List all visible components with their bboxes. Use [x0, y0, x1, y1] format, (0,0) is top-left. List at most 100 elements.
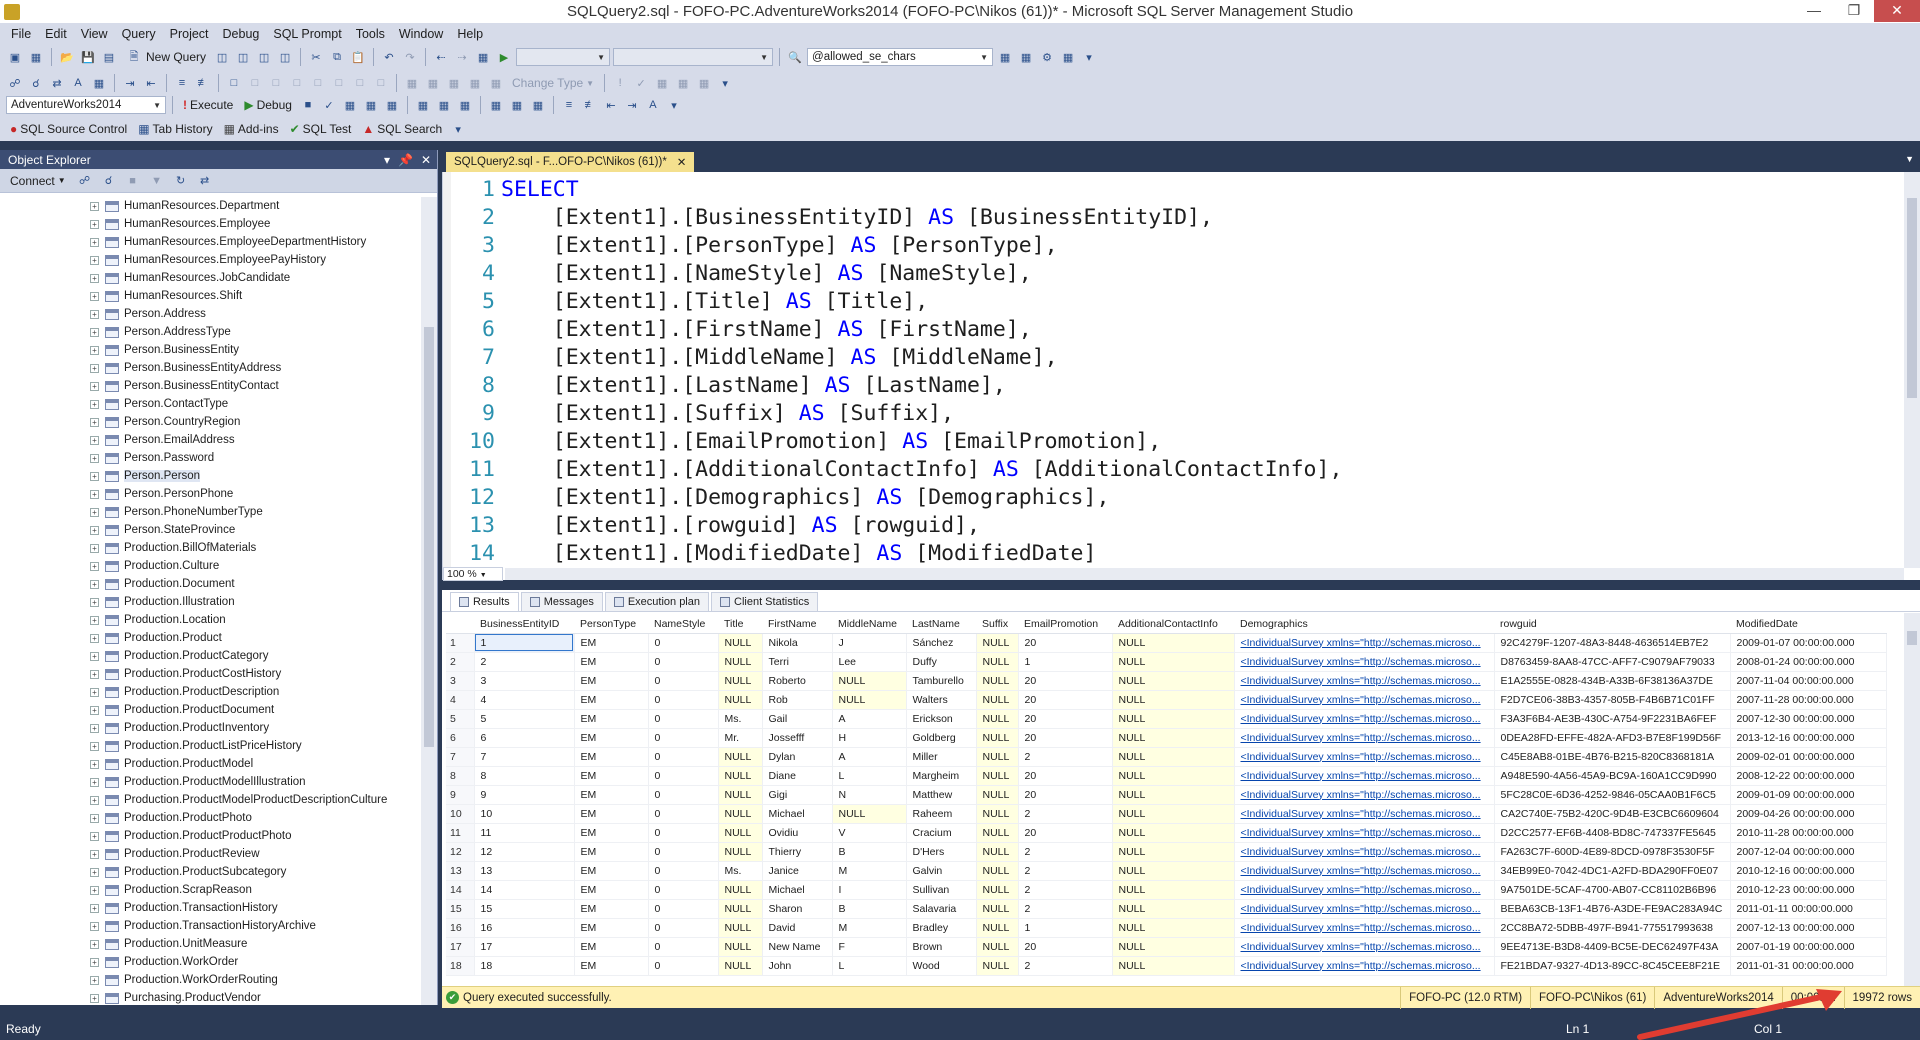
grid-cell[interactable]: Margheim	[906, 766, 977, 786]
grid-cell[interactable]: 0	[648, 652, 719, 672]
grid-cell[interactable]: BEBA63CB-13F1-4B76-A3DE-FE9AC283A94C	[1494, 899, 1731, 919]
dropdown-icon[interactable]: ▾	[384, 153, 390, 167]
grid-cell[interactable]: EM	[574, 880, 649, 900]
grid-cell[interactable]: NULL	[832, 690, 907, 710]
intellisense-icon[interactable]: ▦	[383, 96, 401, 114]
grid-cell[interactable]: EM	[574, 899, 649, 919]
grid-cell[interactable]: NULL	[718, 785, 763, 805]
tab-history-button[interactable]: ▦ Tab History	[134, 122, 216, 136]
row-number[interactable]: 13	[446, 861, 475, 881]
grid-cell[interactable]: 0	[648, 709, 719, 729]
grid-cell[interactable]: FA263C7F-600D-4E89-8DCD-0978F3530F5F	[1494, 842, 1731, 862]
sql-search-button[interactable]: ▲ SQL Search	[358, 122, 446, 136]
expand-icon[interactable]: +	[90, 741, 99, 751]
grid-cell[interactable]: NULL	[718, 690, 763, 710]
grid-cell[interactable]: 2	[1018, 842, 1113, 862]
grid-cell[interactable]: 2	[1018, 956, 1113, 976]
add-new-derived-table-icon[interactable]: ▦	[695, 74, 713, 92]
tree-item[interactable]: + Person.BusinessEntityAddress	[0, 359, 421, 377]
tree-item[interactable]: + Production.ProductSubcategory	[0, 863, 421, 881]
grid-cell[interactable]: 0	[648, 823, 719, 843]
addins-button[interactable]: ▦ Add-ins	[220, 122, 283, 136]
table-row[interactable]: 10 10 EM 0 NULL Michael NULL Raheem NULL 2 NULL <In…	[446, 804, 1887, 824]
grid-cell[interactable]: NULL	[1112, 709, 1235, 729]
grid-cell[interactable]: 0	[648, 842, 719, 862]
registered-servers-icon[interactable]: ▦	[996, 48, 1014, 66]
save-icon[interactable]: 💾	[79, 48, 97, 66]
find-combo[interactable]: @allowed_se_chars ▼	[807, 48, 994, 66]
grid-cell[interactable]: I	[832, 880, 907, 900]
grid-cell[interactable]: 13	[474, 861, 575, 881]
expand-icon[interactable]: +	[90, 795, 99, 805]
grid-cell[interactable]: 2010-11-28 00:00:00.000	[1730, 823, 1887, 843]
grid-cell[interactable]: B	[832, 842, 907, 862]
grid-cell[interactable]: 12	[474, 842, 575, 862]
grid-cell[interactable]: NULL	[718, 633, 763, 653]
toolbar-options-icon[interactable]: ▾	[449, 120, 467, 138]
grid-cell[interactable]: 2	[1018, 880, 1113, 900]
toolbar-options-icon[interactable]: ▾	[716, 74, 734, 92]
expand-icon[interactable]: +	[90, 921, 99, 931]
tree-item[interactable]: + Production.ProductCostHistory	[0, 665, 421, 683]
row-number[interactable]: 5	[446, 709, 475, 729]
grid-cell[interactable]: 17	[474, 937, 575, 957]
grid-cell[interactable]: 2013-12-16 00:00:00.000	[1730, 728, 1887, 748]
sync-icon[interactable]: ⇄	[196, 172, 214, 190]
grid-cell[interactable]: Goldberg	[906, 728, 977, 748]
grid-cell[interactable]: EM	[574, 633, 649, 653]
grid-cell[interactable]: <IndividualSurvey xmlns="http://schemas.…	[1234, 861, 1495, 881]
grid-cell[interactable]: NULL	[718, 652, 763, 672]
tab-list-dropdown-icon[interactable]: ▼	[1905, 154, 1914, 164]
new-project-icon[interactable]: ▣	[6, 48, 24, 66]
navigate-backward-icon[interactable]: ⇠	[432, 48, 450, 66]
grid-cell[interactable]: 20	[1018, 709, 1113, 729]
toolbox-icon[interactable]: ▦	[1059, 48, 1077, 66]
grid-cell[interactable]: Terri	[762, 652, 833, 672]
grid-cell[interactable]: NULL	[1112, 633, 1235, 653]
grid-cell[interactable]: 20	[1018, 785, 1113, 805]
grid-cell[interactable]: CA2C740E-75B2-420C-9D4B-E3CBC6609604	[1494, 804, 1731, 824]
grid-cell[interactable]: 2009-01-07 00:00:00.000	[1730, 633, 1887, 653]
grid-cell[interactable]: <IndividualSurvey xmlns="http://schemas.…	[1234, 747, 1495, 767]
grid-cell[interactable]: NULL	[976, 861, 1019, 881]
grid-cell[interactable]: 2008-12-22 00:00:00.000	[1730, 766, 1887, 786]
query-document-tab[interactable]: SQLQuery2.sql - F...OFO-PC\Nikos (61))* …	[446, 152, 695, 172]
tree-item[interactable]: + Purchasing.ProductVendor	[0, 989, 421, 1005]
manage-indexes-icon[interactable]: □	[267, 74, 285, 92]
disconnect-icon[interactable]: ☌	[27, 74, 45, 92]
row-number[interactable]: 2	[446, 652, 475, 672]
grid-cell[interactable]: Sánchez	[906, 633, 977, 653]
tree-item[interactable]: + HumanResources.EmployeePayHistory	[0, 251, 421, 269]
grid-cell[interactable]: 2	[1018, 899, 1113, 919]
grid-cell[interactable]: EM	[574, 804, 649, 824]
tab-client-statistics[interactable]: Client Statistics	[711, 592, 819, 611]
cancel-query-icon[interactable]: ■	[299, 96, 317, 114]
grid-cell[interactable]: NULL	[1112, 918, 1235, 938]
stop-icon[interactable]: ■	[124, 172, 142, 190]
grid-cell[interactable]: 0	[648, 918, 719, 938]
row-number[interactable]: 16	[446, 918, 475, 938]
grid-cell[interactable]: NULL	[976, 709, 1019, 729]
expand-icon[interactable]: +	[90, 885, 99, 895]
menu-project[interactable]: Project	[163, 27, 216, 41]
grid-cell[interactable]: <IndividualSurvey xmlns="http://schemas.…	[1234, 918, 1495, 938]
tree-item[interactable]: + HumanResources.EmployeeDepartmentHistor…	[0, 233, 421, 251]
grid-cell[interactable]: 11	[474, 823, 575, 843]
table-row[interactable]: 6 6 EM 0 Mr. Jossefff H Goldberg NULL 20 NULL <Indi…	[446, 728, 1887, 748]
grid-cell[interactable]: NULL	[718, 937, 763, 957]
grid-cell[interactable]: 10	[474, 804, 575, 824]
expand-icon[interactable]: +	[90, 597, 99, 607]
grid-cell[interactable]: Michael	[762, 880, 833, 900]
grid-cell[interactable]: Matthew	[906, 785, 977, 805]
grid-cell[interactable]: F2D7CE06-38B3-4357-805B-F4B6B71C01FF	[1494, 690, 1731, 710]
grid-cell[interactable]: NULL	[976, 956, 1019, 976]
expand-icon[interactable]: +	[90, 489, 99, 499]
expand-icon[interactable]: +	[90, 453, 99, 463]
tree-item[interactable]: + Production.ProductCategory	[0, 647, 421, 665]
tab-results[interactable]: Results	[450, 592, 519, 611]
scrollbar-thumb[interactable]	[424, 327, 434, 747]
grid-cell[interactable]: 18	[474, 956, 575, 976]
grid-cell[interactable]: 15	[474, 899, 575, 919]
grid-cell[interactable]: <IndividualSurvey xmlns="http://schemas.…	[1234, 804, 1495, 824]
results-vertical-scrollbar[interactable]	[1904, 613, 1920, 986]
